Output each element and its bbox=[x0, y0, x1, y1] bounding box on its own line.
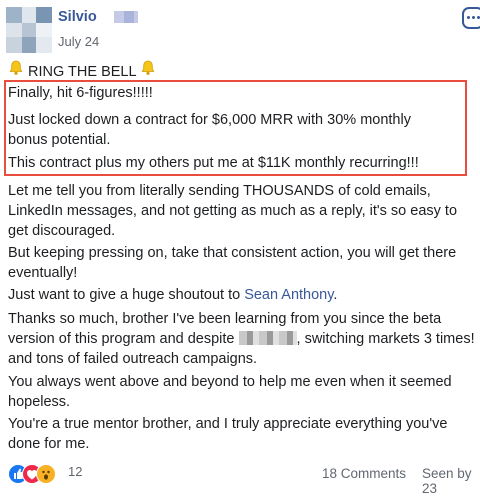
avatar[interactable] bbox=[6, 7, 52, 53]
highlight-line-3: This contract plus my others put me at $… bbox=[8, 155, 419, 171]
post-paragraph-1: Let me tell you from literally sending T… bbox=[8, 183, 458, 239]
seen-by-count[interactable]: Seen by 23 bbox=[422, 466, 480, 496]
post-paragraph-2: But keeping pressing on, take that consi… bbox=[8, 245, 457, 281]
highlight-line-1: Finally, hit 6-figures!!!!! bbox=[8, 85, 153, 101]
mention-link[interactable]: Sean Anthony bbox=[244, 287, 333, 303]
shoutout-prefix: Just want to give a huge shoutout to bbox=[8, 287, 245, 303]
author-surname-redacted-2 bbox=[124, 11, 134, 23]
reaction-count[interactable]: 12 bbox=[68, 464, 82, 479]
shoutout-suffix: . bbox=[333, 287, 338, 303]
more-options-icon[interactable] bbox=[462, 7, 480, 29]
bell-icon bbox=[8, 60, 24, 80]
author-name[interactable]: Silvio bbox=[58, 9, 97, 25]
post-paragraph-3: You always went above and beyond to help… bbox=[8, 374, 452, 410]
reaction-icons[interactable] bbox=[8, 464, 68, 484]
bell-icon bbox=[140, 60, 156, 80]
post-footer: 12 18 Comments Seen by 23 bbox=[8, 462, 480, 496]
post-title-line: RING THE BELL bbox=[8, 60, 156, 80]
redacted-text bbox=[238, 331, 297, 345]
highlight-line-2: Just locked down a contract for $6,000 M… bbox=[8, 112, 411, 148]
thanks-paragraph: Thanks so much, brother I've been learni… bbox=[8, 309, 476, 369]
shoutout-paragraph: Just want to give a huge shoutout to Sea… bbox=[8, 285, 476, 305]
comments-count[interactable]: 18 Comments bbox=[322, 466, 406, 481]
post-title: RING THE BELL bbox=[28, 64, 137, 80]
post-paragraph-4: You're a true mentor brother, and I trul… bbox=[8, 416, 448, 452]
post-date[interactable]: July 24 bbox=[58, 34, 99, 49]
wow-reaction-icon bbox=[36, 464, 56, 484]
